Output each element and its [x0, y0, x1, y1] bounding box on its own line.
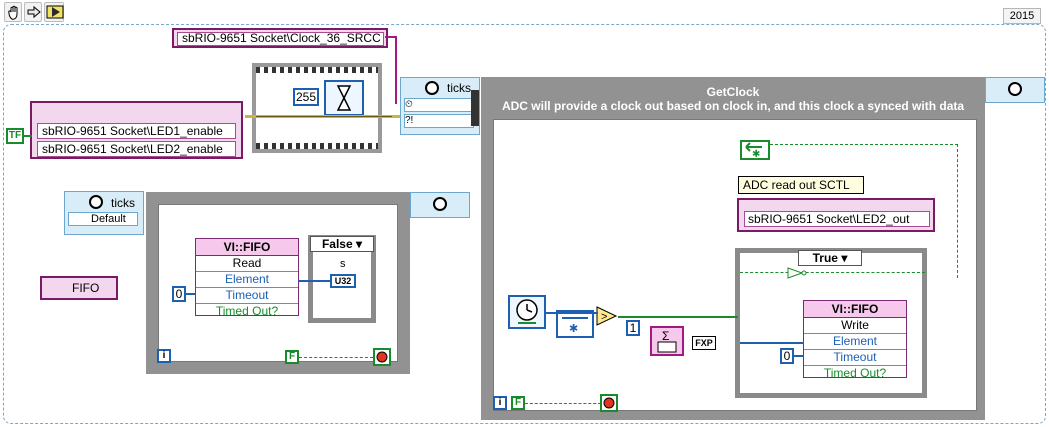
case-false-text: False	[321, 237, 353, 251]
tf-bool-constant[interactable]: TF	[6, 128, 24, 144]
timed-loop-header-top[interactable]: ticks ⏲ ?!	[400, 77, 480, 135]
green-dashed-wire-case	[740, 272, 925, 273]
sum-node: Σ	[650, 326, 684, 356]
left-timeout-const[interactable]: 0	[172, 286, 186, 302]
timed-loop-header-left[interactable]: ticks Default	[64, 191, 144, 235]
clock-icon-right	[1008, 82, 1022, 96]
left-iteration: i	[157, 349, 171, 363]
left-stop-icon[interactable]	[373, 348, 391, 366]
fifo-read-node[interactable]: VI::FIFO Read Element Timeout Timed Out?	[195, 238, 299, 318]
green-dashed-wire-top	[770, 144, 958, 145]
clock-icon-tail-left	[433, 197, 447, 211]
default-label: Default	[91, 213, 126, 225]
timed-top-row1: ⏲	[404, 98, 474, 112]
timed-top-row2: ?!	[404, 114, 474, 128]
svg-text:>: >	[601, 311, 607, 323]
svg-text:Σ: Σ	[662, 329, 669, 343]
fifo-write-node[interactable]: VI::FIFO Write Element Timeout Timed Out…	[803, 300, 907, 380]
pink-wire-vertical	[395, 36, 397, 104]
getclock-stop-icon[interactable]	[600, 394, 618, 412]
error-wire-2	[256, 116, 392, 117]
u32-indicator: U32	[330, 274, 356, 288]
not-node	[787, 267, 807, 279]
fifo-read-title: VI::FIFO	[196, 239, 298, 256]
getclock-subtitle: ADC will provide a clock out based on cl…	[501, 99, 965, 113]
tick-wire	[546, 312, 598, 314]
fifo-reference[interactable]: FIFO	[40, 276, 118, 300]
run-icon[interactable]	[44, 2, 64, 22]
green-dashed-wire-right	[957, 144, 958, 278]
clock-resource-text: sbRIO-9651 Socket\Clock_36_SRCC	[182, 31, 381, 45]
green-wire	[24, 135, 32, 137]
svg-text:✱: ✱	[569, 323, 578, 335]
getclock-iteration: i	[493, 396, 507, 410]
fifo-read-row-element: Element	[196, 272, 298, 288]
tick-count-node	[508, 295, 546, 329]
shift-register-icon[interactable]: ✱	[740, 140, 770, 160]
toolbar: 2015	[0, 0, 1049, 26]
clock-icon	[425, 81, 439, 95]
led2-out-label: sbRIO-9651 Socket\LED2_out	[748, 212, 910, 226]
case-output-label: s	[340, 258, 346, 270]
fifo-read-row-read: Read	[196, 256, 298, 272]
adc-label-box: ADC read out SCTL	[738, 176, 864, 194]
greater-than-node: >	[596, 306, 618, 326]
timed-loop-tail-right[interactable]	[985, 77, 1045, 103]
const-one[interactable]: 1	[626, 320, 640, 336]
fxp-node: FXP	[692, 336, 716, 350]
timed-top-row2-text: ?!	[405, 115, 414, 126]
svg-text:✱: ✱	[752, 149, 760, 158]
fifo-write-row-timeout: Timeout	[804, 350, 906, 366]
stop-wire-right	[525, 403, 601, 404]
wait-value[interactable]: 255	[293, 88, 319, 106]
stop-wire-left	[299, 357, 373, 358]
bool-wire-to-case	[618, 316, 738, 318]
timeout-wire-right	[792, 355, 804, 357]
ticks-label-left: ticks	[111, 196, 135, 210]
led1-enable-label: sbRIO-9651 Socket\LED1_enable	[42, 124, 223, 138]
fifo-read-row-timedout: Timed Out?	[215, 304, 279, 318]
led2-enable-label: sbRIO-9651 Socket\LED2_enable	[42, 142, 223, 156]
fifo-reference-label: FIFO	[72, 281, 100, 295]
version-badge: 2015	[1003, 8, 1041, 24]
timeout-wire-left	[186, 293, 196, 295]
case-selector-true[interactable]: True ▾	[798, 250, 862, 266]
clock-resource-control[interactable]: sbRIO-9651 Socket\Clock_36_SRCC	[172, 28, 388, 48]
left-stop-bool[interactable]: F	[285, 350, 299, 364]
arrow-right-icon[interactable]	[24, 2, 42, 22]
element-wire-left	[298, 280, 330, 282]
case-selector-false[interactable]: False ▾	[310, 236, 374, 252]
feedback-node: ✱	[556, 310, 594, 338]
timed-loop-tail-left[interactable]	[410, 192, 470, 218]
fifo-write-title: VI::FIFO	[804, 301, 906, 318]
led2-out-control[interactable]: sbRIO-9651 Socket\LED2_out	[737, 198, 935, 232]
hand-icon[interactable]	[4, 2, 22, 22]
timed-loop-edge	[471, 90, 479, 126]
element-wire-right	[740, 342, 804, 344]
case-true-text: True	[812, 251, 838, 265]
fifo-write-row-element: Element	[804, 334, 906, 350]
getclock-stop-bool[interactable]: F	[511, 396, 525, 410]
led-enable-cluster[interactable]: sbRIO-9651 Socket\LED1_enable sbRIO-9651…	[30, 101, 243, 159]
fifo-write-row-write: Write	[804, 318, 906, 334]
fifo-write-row-timedout: Timed Out?	[823, 366, 887, 380]
clock-icon-left	[89, 195, 103, 209]
wait-ms-node	[324, 80, 364, 116]
ticks-label: ticks	[447, 81, 471, 95]
getclock-title: GetClock	[706, 85, 760, 99]
default-row: Default	[68, 212, 138, 226]
adc-label-text: ADC read out SCTL	[743, 178, 850, 192]
fifo-read-row-timeout: Timeout	[196, 288, 298, 304]
